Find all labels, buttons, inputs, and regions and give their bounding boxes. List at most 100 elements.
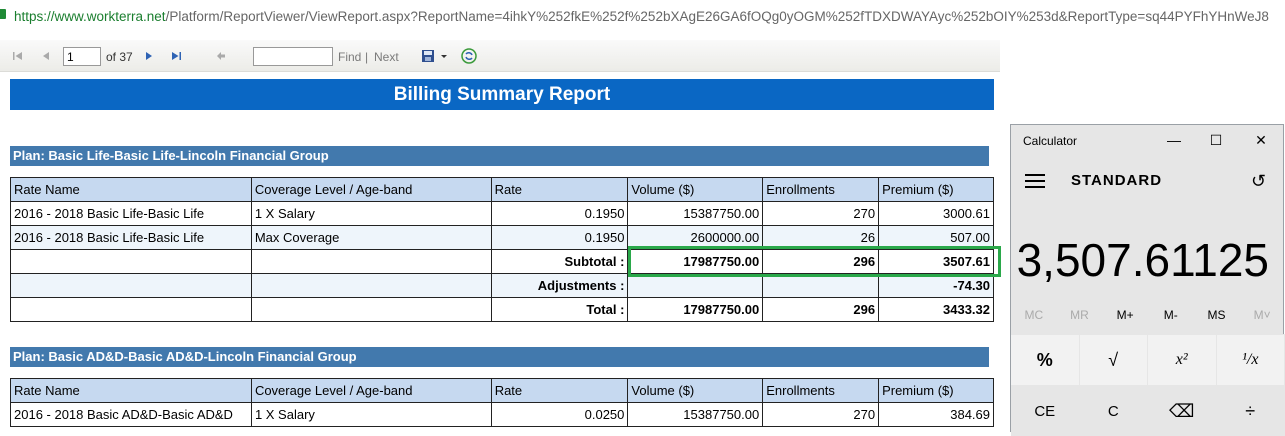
minimize-icon[interactable]: — (1159, 129, 1189, 151)
total-volume: 17987750.00 (628, 298, 763, 322)
backspace-icon[interactable]: ⌫ (1148, 386, 1217, 436)
column-header: Premium ($) (879, 379, 994, 403)
premium-cell: 3000.61 (879, 202, 994, 226)
last-page-icon[interactable] (168, 48, 184, 64)
total-label: Total : (491, 298, 628, 322)
total-row: Total : 17987750.00 296 3433.32 (11, 298, 994, 322)
reciprocal-button[interactable]: ¹/x (1217, 335, 1285, 385)
column-header: Rate Name (11, 379, 252, 403)
rate-name-cell: 2016 - 2018 Basic AD&D-Basic AD&D (11, 403, 252, 427)
report-toolbar: of 37 Find | Next (0, 40, 1000, 72)
clear-entry-button[interactable]: CE (1011, 386, 1080, 436)
column-header: Premium ($) (879, 178, 994, 202)
page-count-label: of 37 (106, 50, 133, 64)
total-premium: 3433.32 (879, 298, 994, 322)
subtotal-enrollments: 296 (763, 250, 879, 274)
find-link[interactable]: Find (338, 50, 361, 64)
mr-button[interactable]: MR (1057, 308, 1101, 322)
empty-cell (11, 274, 252, 298)
prev-page-icon[interactable] (38, 48, 54, 64)
empty-cell (251, 298, 491, 322)
url-path: /Platform/ReportViewer/ViewReport.aspx?R… (166, 9, 1269, 24)
history-icon[interactable]: ↺ (1251, 171, 1266, 192)
coverage-cell: 1 X Salary (251, 403, 491, 427)
address-bar[interactable]: https://www.workterra.net/Platform/Repor… (0, 0, 1285, 36)
subtotal-row: Subtotal : 17987750.00 296 3507.61 (11, 250, 994, 274)
calculator-display: 3,507.61125 (1017, 233, 1269, 287)
column-header: Rate Name (11, 178, 252, 202)
calculator-title: Calculator (1023, 134, 1077, 148)
calculator-titlebar[interactable]: Calculator — ☐ ✕ (1011, 125, 1283, 156)
adjustments-row: Adjustments : -74.30 (11, 274, 994, 298)
volume-cell: 15387750.00 (628, 403, 763, 427)
rate-cell: 0.1950 (491, 226, 628, 250)
maximize-icon[interactable]: ☐ (1201, 129, 1231, 151)
url-host: https://www.workterra.net (14, 9, 166, 24)
square-button[interactable]: x² (1148, 335, 1217, 385)
column-header: Volume ($) (628, 178, 763, 202)
keypad: % √ x² ¹/x CE C ⌫ ÷ (1011, 334, 1285, 436)
m-plus-button[interactable]: M+ (1103, 308, 1147, 322)
basic-add-table: Rate Name Coverage Level / Age-band Rate… (10, 378, 994, 427)
rate-name-cell: 2016 - 2018 Basic Life-Basic Life (11, 202, 252, 226)
rate-name-cell: 2016 - 2018 Basic Life-Basic Life (11, 226, 252, 250)
volume-cell: 2600000.00 (628, 226, 763, 250)
coverage-cell: 1 X Salary (251, 202, 491, 226)
clear-button[interactable]: C (1080, 386, 1149, 436)
percent-button[interactable]: % (1011, 335, 1080, 385)
refresh-icon[interactable] (461, 48, 477, 64)
find-separator: | (365, 50, 368, 64)
enrollments-cell: 26 (763, 226, 879, 250)
column-header: Enrollments (763, 379, 879, 403)
enrollments-cell: 270 (763, 202, 879, 226)
empty-cell (628, 274, 763, 298)
close-icon[interactable]: ✕ (1246, 129, 1276, 151)
sqrt-button[interactable]: √ (1080, 335, 1149, 385)
calculator-mode: STANDARD (1071, 172, 1162, 189)
volume-cell: 15387750.00 (628, 202, 763, 226)
empty-cell (251, 274, 491, 298)
ms-button[interactable]: MS (1194, 308, 1238, 322)
column-header: Enrollments (763, 178, 879, 202)
lock-icon (0, 9, 6, 19)
hamburger-menu-icon[interactable] (1025, 174, 1045, 188)
adjustments-premium: -74.30 (879, 274, 994, 298)
total-enrollments: 296 (763, 298, 879, 322)
first-page-icon[interactable] (10, 48, 26, 64)
empty-cell (763, 274, 879, 298)
calculator-window: Calculator — ☐ ✕ STANDARD ↺ 3,507.61125 … (1010, 124, 1284, 432)
divide-button[interactable]: ÷ (1217, 386, 1285, 436)
empty-cell (11, 298, 252, 322)
enrollments-cell: 270 (763, 403, 879, 427)
rate-cell: 0.0250 (491, 403, 628, 427)
page-number-input[interactable] (63, 47, 101, 66)
export-icon[interactable] (420, 48, 450, 64)
next-page-icon[interactable] (141, 48, 157, 64)
rate-cell: 0.1950 (491, 202, 628, 226)
table-row: 2016 - 2018 Basic AD&D-Basic AD&D 1 X Sa… (11, 403, 994, 427)
premium-cell: 507.00 (879, 226, 994, 250)
keypad-row: CE C ⌫ ÷ (1011, 385, 1285, 436)
memory-list-button[interactable]: M˅ (1240, 308, 1284, 322)
table-row: 2016 - 2018 Basic Life-Basic Life 1 X Sa… (11, 202, 994, 226)
m-minus-button[interactable]: M- (1149, 308, 1193, 322)
premium-cell: 384.69 (879, 403, 994, 427)
basic-life-table: Rate Name Coverage Level / Age-band Rate… (10, 177, 994, 322)
table-header-row: Rate Name Coverage Level / Age-band Rate… (11, 178, 994, 202)
table-header-row: Rate Name Coverage Level / Age-band Rate… (11, 379, 994, 403)
keypad-row: % √ x² ¹/x (1011, 334, 1285, 385)
subtotal-label: Subtotal : (491, 250, 628, 274)
mc-button[interactable]: MC (1012, 308, 1056, 322)
back-icon[interactable] (213, 48, 229, 64)
table-row: 2016 - 2018 Basic Life-Basic Life Max Co… (11, 226, 994, 250)
subtotal-premium: 3507.61 (879, 250, 994, 274)
find-next-link[interactable]: Next (374, 50, 399, 64)
column-header: Rate (491, 379, 628, 403)
plan-header-basic-add: Plan: Basic AD&D-Basic AD&D-Lincoln Fina… (10, 347, 989, 367)
column-header: Rate (491, 178, 628, 202)
url-text[interactable]: https://www.workterra.net/Platform/Repor… (14, 9, 1269, 24)
column-header: Coverage Level / Age-band (251, 379, 491, 403)
subtotal-volume: 17987750.00 (628, 250, 763, 274)
empty-cell (251, 250, 491, 274)
find-input[interactable] (253, 47, 333, 66)
